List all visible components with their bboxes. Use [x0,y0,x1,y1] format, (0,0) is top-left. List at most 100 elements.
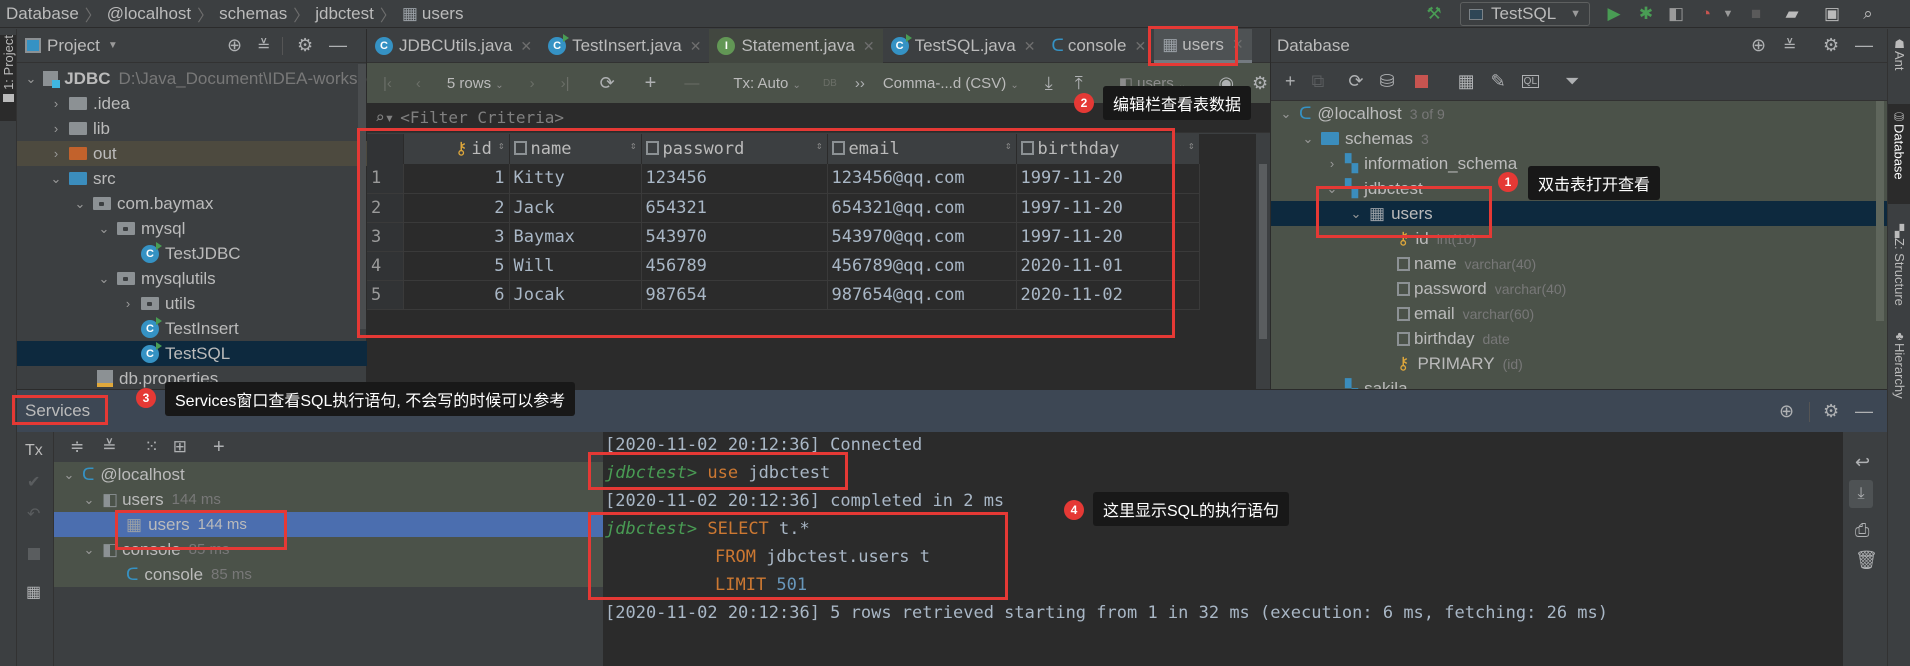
services-title[interactable]: Services [25,401,90,421]
refresh-icon[interactable]: ⟳ [600,73,615,94]
collapse-all-icon[interactable]: ≚ [257,36,270,56]
cell-password[interactable]: 456789 [641,251,828,281]
chevron-down-icon[interactable]: ⌄ [49,171,63,187]
tree-item-root[interactable]: ⌄ JDBC D:\Java_Document\IDEA-worksp [17,66,367,91]
cell-name[interactable]: Baymax [509,222,642,252]
chevron-down-icon[interactable]: ▼ [1718,4,1738,24]
chevron-down-icon[interactable]: ⌄ [73,196,87,212]
tree-item-table-selected[interactable]: ⌄ ▦ users [1271,201,1888,226]
stop-icon[interactable]: ■ [1746,4,1766,24]
more-chevrons-icon[interactable]: ›› [855,75,865,92]
chevron-right-icon[interactable]: › [49,96,63,111]
cell-birthday[interactable]: 1997-11-20 [1016,193,1200,223]
cell-birthday[interactable]: 2020-11-01 [1016,251,1200,281]
cell-birthday[interactable]: 1997-11-20 [1016,222,1200,252]
cell-name[interactable]: Jack [509,193,642,223]
database-tool-button[interactable]: ⛁ Database [1888,104,1910,204]
tree-item-column[interactable]: ⚷ id int(10) [1271,226,1888,251]
run-icon[interactable]: ▶ [1604,4,1624,24]
chevron-right-icon[interactable]: › [49,121,63,136]
add-service-frame-icon[interactable]: ⊞ [173,437,187,457]
table-row[interactable]: 2 2 Jack 654321 654321@qq.com 1997-11-20 [367,193,1200,223]
gear-icon[interactable]: ⚙ [297,35,313,56]
tab-testinsert[interactable]: C TestInsert.java ✕ [540,29,709,63]
breadcrumb-item[interactable]: jdbctest [315,0,374,28]
last-page-icon[interactable]: ›| [561,75,570,92]
duplicate-icon[interactable]: ⧉ [1312,71,1325,92]
edit-pencil-icon[interactable]: ✎ [1491,71,1506,92]
add-icon[interactable]: + [213,436,225,459]
table-editor-icon[interactable]: ▦ [1458,71,1475,92]
tree-item-host[interactable]: ⌄ ᑕ @localhost 3 of 9 [1271,101,1888,126]
collapse-all-icon[interactable]: ≚ [1783,36,1796,56]
breadcrumb-item[interactable]: schemas [219,0,287,28]
disconnect-stop-icon[interactable] [1414,75,1428,88]
chevron-down-icon[interactable]: ⌄ [82,492,96,508]
cell-id[interactable]: 3 [403,222,510,252]
layout-icon[interactable]: ▦ [26,582,41,602]
chevron-right-icon[interactable]: › [121,296,135,311]
column-header-email[interactable]: email ⇕ [827,134,1017,164]
terminal-window-icon[interactable]: ▣ [1822,4,1842,24]
cell-name[interactable]: Kitty [509,164,642,194]
chevron-down-icon[interactable]: ⌄ [1279,106,1293,122]
transaction-mode-select[interactable]: Tx: Auto ⌄ [733,75,801,92]
sort-icon[interactable]: ⇕ [498,139,505,152]
first-page-icon[interactable]: |‹ [383,75,392,92]
chevron-right-icon[interactable]: › [49,146,63,161]
cell-email[interactable]: 456789@qq.com [827,251,1017,281]
cell-id[interactable]: 5 [403,251,510,281]
table-row[interactable]: 3 3 Baymax 543970 543970@qq.com 1997-11-20 [367,222,1200,252]
cell-id[interactable]: 2 [403,193,510,223]
tree-item[interactable]: ⌄ mysqlutils [17,266,367,291]
cell-id[interactable]: 1 [403,164,510,194]
column-header-id[interactable]: ⚷ id ⇕ [403,134,510,164]
minimize-icon[interactable]: — [329,35,347,56]
tab-users[interactable]: ▦ users ✕ [1154,29,1252,63]
tree-item[interactable]: › out [17,141,367,166]
soft-wrap-icon[interactable]: ↩ [1855,452,1870,473]
submit-db-icon[interactable]: DB [823,78,837,89]
tree-item[interactable]: › lib [17,116,367,141]
delete-row-icon[interactable]: — [684,75,699,92]
cell-name[interactable]: Will [509,251,642,281]
add-datasource-icon[interactable]: + [1285,71,1296,92]
page-size-select[interactable]: 5 rows ⌄ [447,75,504,92]
scrollbar-thumb[interactable] [1876,101,1884,321]
query-console-icon[interactable]: QL [1521,75,1540,88]
previous-page-icon[interactable]: ‹ [416,75,421,92]
gear-icon[interactable]: ⚙ [1252,73,1268,94]
chevron-down-icon[interactable]: ⌄ [62,467,76,483]
tree-item[interactable]: C TestJDBC [17,241,367,266]
trash-icon[interactable]: 🗑 [1855,550,1878,571]
ant-tool-button[interactable]: ☗ Ant [1892,37,1907,71]
filter-criteria-input[interactable]: <Filter Criteria> [400,108,564,127]
tree-item-session[interactable]: ⌄ ◧ console 85 ms [54,537,603,562]
locate-target-icon[interactable]: ⊕ [1779,401,1794,422]
tree-item-schemas[interactable]: ⌄ schemas 3 [1271,126,1888,151]
breadcrumb-item[interactable]: Database [6,0,79,28]
upload-icon[interactable]: ⤒ [1075,73,1083,94]
tree-item-column[interactable]: name varchar(40) [1271,251,1888,276]
tree-item[interactable]: ⌄ com.baymax [17,191,367,216]
locate-target-icon[interactable]: ⊕ [227,35,242,56]
tree-item[interactable]: ⌄ src [17,166,367,191]
cell-birthday[interactable]: 2020-11-02 [1016,280,1200,310]
download-icon[interactable]: ⤓ [1045,73,1053,94]
close-icon[interactable]: ✕ [1232,36,1244,53]
close-icon[interactable]: ✕ [520,38,532,55]
chevron-down-icon[interactable]: ⌄ [97,221,111,237]
tree-item-selected[interactable]: C TestSQL [17,341,367,366]
cell-password[interactable]: 987654 [641,280,828,310]
group-by-icon[interactable]: ⁙ [145,437,159,457]
commit-check-icon[interactable]: ✔ [27,472,40,492]
project-structure-icon[interactable]: ▰ [1782,4,1802,24]
tree-item[interactable]: › utils [17,291,367,316]
coverage-icon[interactable]: ◧ [1666,4,1686,24]
chevron-down-icon[interactable]: ⌄ [97,271,111,287]
minimize-icon[interactable]: — [1855,401,1873,422]
debug-bug-icon[interactable]: ✱ [1636,4,1656,24]
tree-item[interactable]: › .idea [17,91,367,116]
tree-item-host[interactable]: ⌄ ᑕ @localhost [54,462,603,487]
tree-item-selected[interactable]: ▦ users 144 ms [54,512,603,537]
